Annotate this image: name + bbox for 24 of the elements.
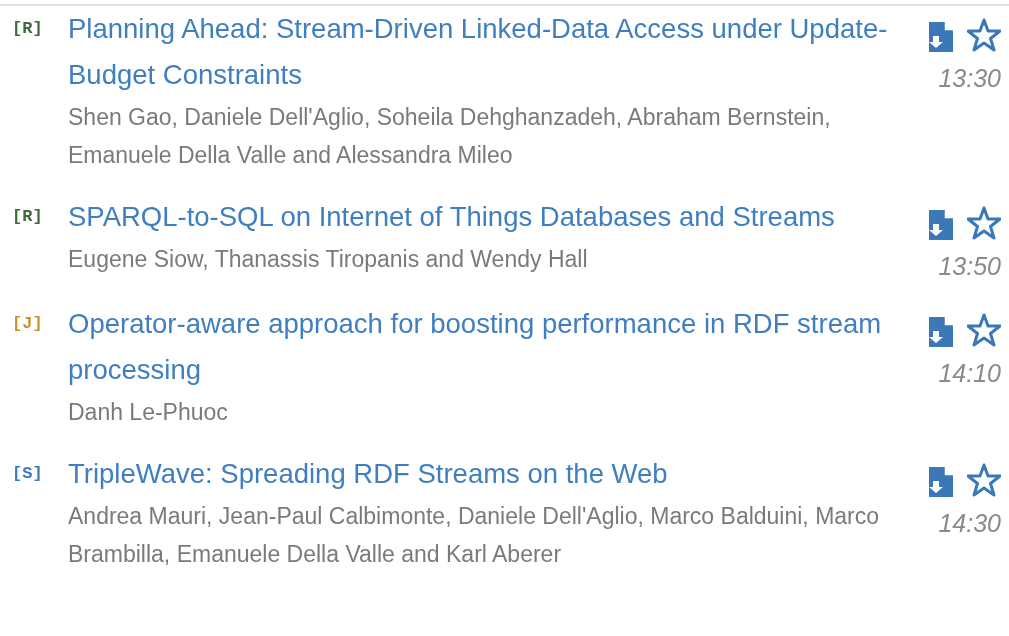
star-icon[interactable] — [967, 313, 1001, 347]
type-tag: [J] — [12, 301, 68, 347]
star-icon[interactable] — [967, 463, 1001, 497]
star-icon[interactable] — [967, 206, 1001, 240]
authors-text: Eugene Siow, Thanassis Tiropanis and Wendy Hall — [68, 245, 589, 274]
paper-title-link[interactable]: Operator-aware approach for boosting performance in RDF stream processing — [68, 301, 901, 393]
type-tag: [R] — [12, 194, 68, 240]
type-tag: [S] — [12, 451, 68, 497]
time-text: 14:10 — [938, 359, 1001, 388]
paper-title-link[interactable]: SPARQL-to-SQL on Internet of Things Databases and Streams — [68, 194, 901, 240]
authors-text: Shen Gao, Daniele Dell'Aglio, Soheila Dehghanzadeh, Abraham Bernstein, Emanuele Della Valle and Alessandra Mileo — [68, 103, 832, 170]
paper-title-link[interactable]: Planning Ahead: Stream-Driven Linked-Data Access under Update-Budget Constraints — [68, 6, 901, 98]
document-download-icon[interactable] — [929, 467, 953, 497]
document-download-icon[interactable] — [929, 210, 953, 240]
time-text: 13:50 — [938, 252, 1001, 281]
authors-text: Danh Le-Phuoc — [68, 398, 229, 427]
type-tag: [R] — [12, 6, 68, 52]
authors-text: Andrea Mauri, Jean-Paul Calbimonte, Daniele Dell'Aglio, Marco Balduini, Marco Brambilla, Emanuele Della Valle and Karl Aberer — [68, 502, 881, 569]
time-text: 14:30 — [938, 509, 1001, 538]
time-text: 13:30 — [938, 64, 1001, 93]
document-download-icon[interactable] — [929, 317, 953, 347]
star-icon[interactable] — [967, 18, 1001, 52]
document-download-icon[interactable] — [929, 22, 953, 52]
paper-title-link[interactable]: TripleWave: Spreading RDF Streams on the Web — [68, 451, 901, 497]
